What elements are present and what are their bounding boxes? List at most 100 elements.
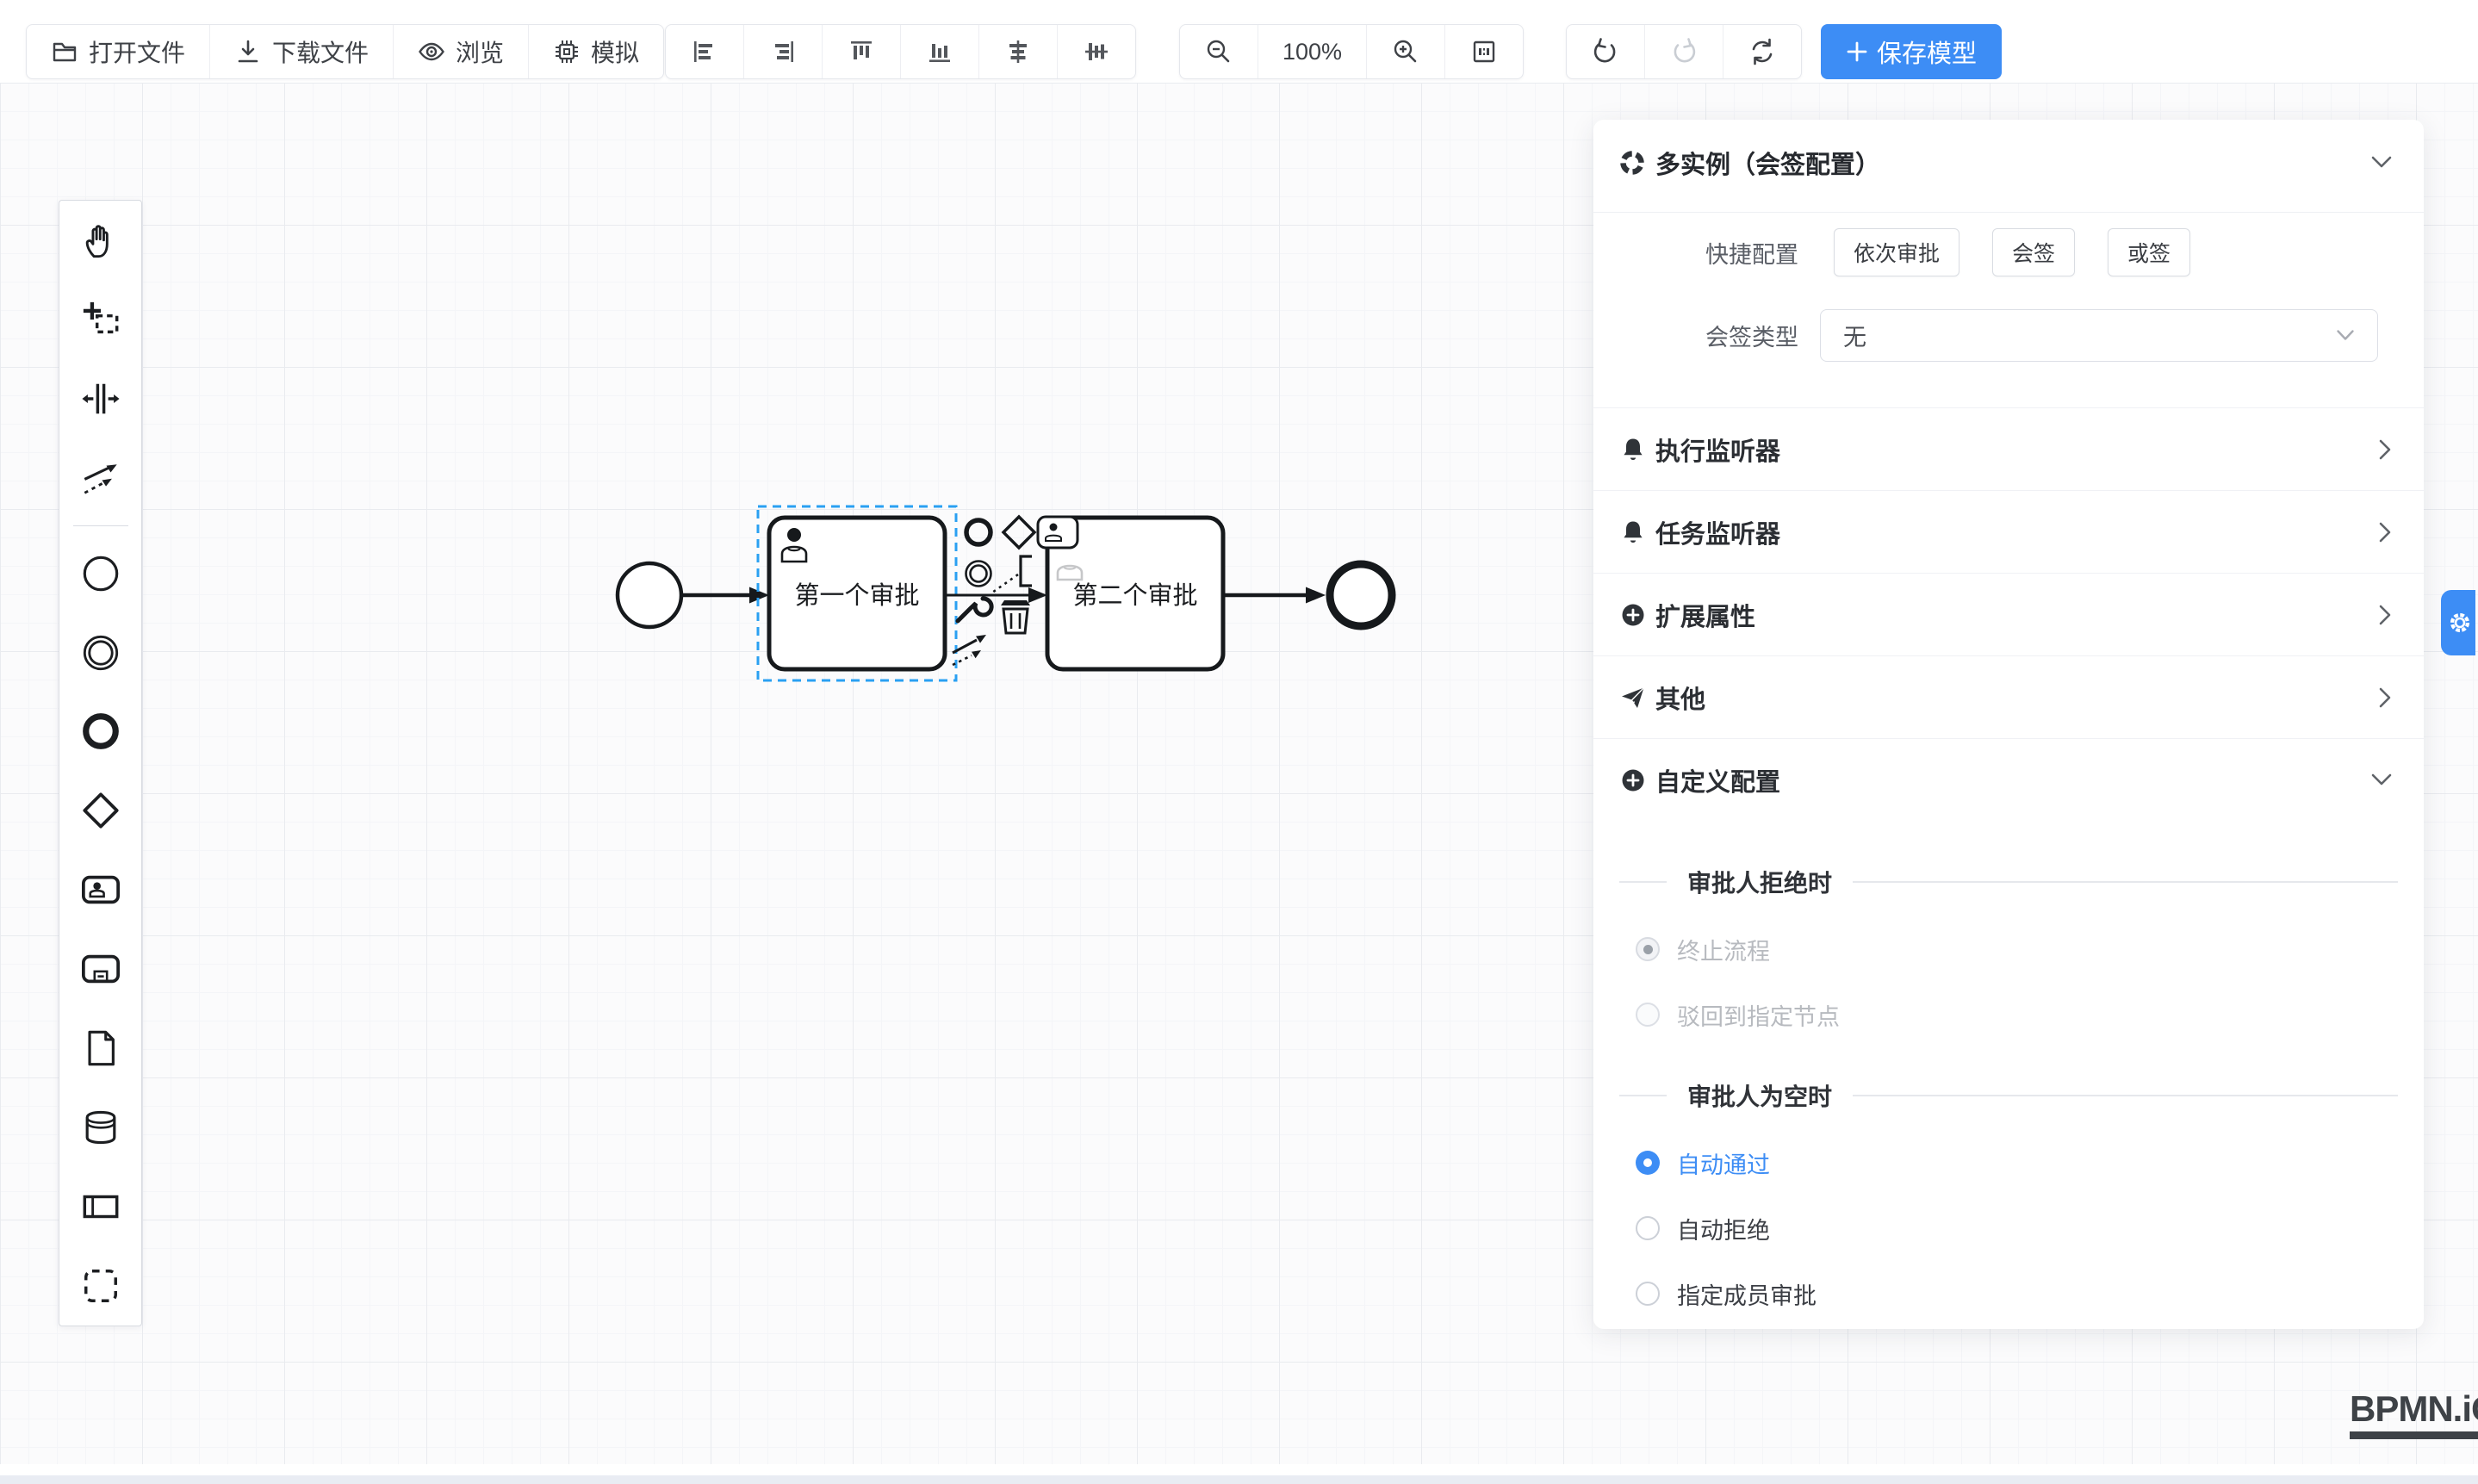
radio-label: 自动通过 xyxy=(1677,1146,1770,1180)
align-right-button[interactable] xyxy=(743,25,822,78)
radio-terminate-process[interactable]: 终止流程 xyxy=(1593,925,2424,973)
preview-button[interactable]: 浏览 xyxy=(393,25,528,78)
quick-option-sequential[interactable]: 依次审批 xyxy=(1834,228,1959,276)
panel-sections: 执行监听器 任务监听器 扩展属性 xyxy=(1593,407,2424,821)
align-center-button[interactable] xyxy=(978,25,1057,78)
append-gateway-icon[interactable] xyxy=(1003,517,1034,548)
simulate-button[interactable]: 模拟 xyxy=(528,25,663,78)
section-task-listener[interactable]: 任务监听器 xyxy=(1593,490,2424,573)
hand-tool[interactable] xyxy=(59,201,141,280)
chevron-right-icon xyxy=(2377,686,2393,709)
palette-user-task[interactable] xyxy=(59,850,141,929)
chevron-right-icon xyxy=(2377,521,2393,543)
radio-button xyxy=(1636,1216,1660,1240)
group-icon xyxy=(81,1266,121,1306)
align-button-group xyxy=(665,24,1136,79)
sequence-flow-1[interactable] xyxy=(683,587,769,604)
append-end-event-icon[interactable] xyxy=(966,520,991,544)
append-user-task-icon[interactable] xyxy=(1038,517,1078,548)
refresh-icon xyxy=(1748,37,1777,66)
align-middle-button[interactable] xyxy=(1057,25,1135,78)
palette-data-object[interactable] xyxy=(59,1009,141,1088)
palette-subprocess[interactable] xyxy=(59,929,141,1009)
align-top-button[interactable] xyxy=(822,25,900,78)
wrench-icon[interactable] xyxy=(958,599,991,621)
section-execution-listener[interactable]: 执行监听器 xyxy=(1593,407,2424,490)
multi-instance-icon xyxy=(1618,148,1647,177)
radio-label: 驳回到指定节点 xyxy=(1677,998,1840,1032)
palette-group[interactable] xyxy=(59,1246,141,1326)
align-left-button[interactable] xyxy=(666,25,743,78)
zoom-level[interactable]: 100% xyxy=(1258,25,1366,78)
quick-option-label: 依次审批 xyxy=(1854,237,1940,268)
sign-type-select[interactable]: 无 xyxy=(1820,309,2378,362)
task2-label: 第二个审批 xyxy=(1072,581,1197,610)
radio-auto-reject[interactable]: 自动拒绝 xyxy=(1593,1204,2424,1252)
gateway-icon xyxy=(81,791,121,830)
panel-header[interactable]: 多实例（会签配置） xyxy=(1593,120,2424,213)
section-extended-properties[interactable]: 扩展属性 xyxy=(1593,573,2424,655)
settings-tab[interactable] xyxy=(2441,590,2475,655)
radio-auto-pass[interactable]: 自动通过 xyxy=(1593,1139,2424,1187)
user-task-icon xyxy=(81,870,121,910)
connect-icon[interactable] xyxy=(953,635,986,665)
section-label: 执行监听器 xyxy=(1655,432,2377,468)
gear-icon xyxy=(2447,610,2473,636)
space-tool[interactable] xyxy=(59,359,141,438)
radio-label: 终止流程 xyxy=(1677,933,1770,966)
reject-group-title-text: 审批人拒绝时 xyxy=(1687,865,1832,899)
palette-participant[interactable] xyxy=(59,1167,141,1246)
download-file-button[interactable]: 下载文件 xyxy=(209,25,393,78)
save-model-button[interactable]: 保存模型 xyxy=(1821,24,2002,79)
quick-config-options: 依次审批 会签 或签 xyxy=(1834,228,2190,276)
chevron-down-icon xyxy=(2336,329,2355,342)
start-event-shape[interactable] xyxy=(618,563,681,627)
connect-tool[interactable] xyxy=(59,438,141,518)
chip-icon xyxy=(553,38,581,65)
lasso-tool-icon xyxy=(81,300,121,339)
refresh-button[interactable] xyxy=(1723,25,1801,78)
save-model-label: 保存模型 xyxy=(1877,34,1977,70)
participant-icon xyxy=(81,1187,121,1226)
palette-start-event[interactable] xyxy=(59,534,141,613)
context-pad xyxy=(953,517,1034,665)
redo-button[interactable] xyxy=(1644,25,1723,78)
open-file-button[interactable]: 打开文件 xyxy=(27,25,209,78)
bell-icon xyxy=(1619,436,1647,463)
palette-end-event[interactable] xyxy=(59,692,141,772)
chevron-down-icon xyxy=(2370,155,2393,171)
horizontal-scrollbar[interactable] xyxy=(0,1475,2478,1484)
quick-option-orsign[interactable]: 或签 xyxy=(2108,228,2190,276)
sequence-flow-3[interactable] xyxy=(1223,587,1326,604)
divider-line xyxy=(1853,881,2398,883)
undo-button[interactable] xyxy=(1567,25,1644,78)
palette-data-store[interactable] xyxy=(59,1088,141,1167)
quick-option-countersign[interactable]: 会签 xyxy=(1992,228,2075,276)
zoom-out-button[interactable] xyxy=(1180,25,1258,78)
plus-circle-icon xyxy=(1619,601,1647,629)
simulate-label: 模拟 xyxy=(591,34,639,69)
fit-viewport-button[interactable] xyxy=(1444,25,1523,78)
section-custom-config[interactable]: 自定义配置 xyxy=(1593,738,2424,821)
task-first-approval[interactable]: 第一个审批 xyxy=(769,518,945,669)
palette-intermediate-event[interactable] xyxy=(59,613,141,692)
zoom-in-button[interactable] xyxy=(1366,25,1444,78)
end-event-shape[interactable] xyxy=(1330,564,1392,626)
data-store-icon xyxy=(81,1108,121,1147)
eye-icon xyxy=(418,38,445,65)
palette-separator xyxy=(73,525,128,526)
append-text-annotation-icon[interactable] xyxy=(992,556,1032,593)
trash-icon[interactable] xyxy=(1001,600,1030,633)
lasso-tool[interactable] xyxy=(59,280,141,359)
quick-config-label: 快捷配置 xyxy=(1619,236,1798,270)
palette-gateway[interactable] xyxy=(59,771,141,850)
zoom-in-icon xyxy=(1391,37,1420,66)
sequence-flow-2[interactable] xyxy=(945,587,1047,603)
quick-option-label: 会签 xyxy=(2012,237,2055,268)
section-other[interactable]: 其他 xyxy=(1593,655,2424,738)
zoom-level-label: 100% xyxy=(1282,39,1342,65)
align-bottom-button[interactable] xyxy=(900,25,978,78)
radio-return-to-node[interactable]: 驳回到指定节点 xyxy=(1593,990,2424,1039)
radio-assign-member[interactable]: 指定成员审批 xyxy=(1593,1270,2424,1318)
bpmn-io-logo[interactable]: BPMN.iO xyxy=(2350,1388,2478,1439)
